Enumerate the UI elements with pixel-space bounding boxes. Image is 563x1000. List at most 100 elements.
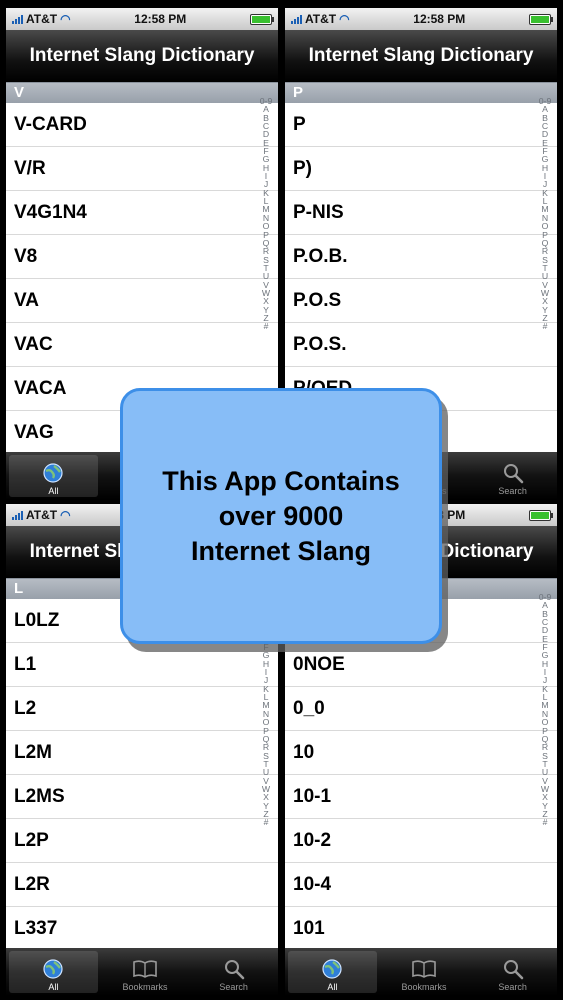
time-label: 12:58 PM xyxy=(413,12,466,26)
slang-term-row[interactable]: L2R xyxy=(6,863,278,907)
slang-term-row[interactable]: P.O.B. xyxy=(285,235,557,279)
section-header: V xyxy=(6,82,278,103)
tab-search[interactable]: Search xyxy=(468,452,557,500)
slang-term-label: 10 xyxy=(293,741,315,763)
globe-icon xyxy=(42,460,64,486)
slang-term-label: VAG xyxy=(14,421,54,443)
tab-label: Search xyxy=(498,982,527,992)
slang-term-row[interactable]: VA xyxy=(6,279,278,323)
slang-term-row[interactable]: L2P xyxy=(6,819,278,863)
slang-term-label: VA xyxy=(14,289,39,311)
slang-term-row[interactable]: 10-2 xyxy=(285,819,557,863)
search-icon xyxy=(502,956,524,982)
slang-term-row[interactable]: 10-1 xyxy=(285,775,557,819)
slang-term-label: 10-1 xyxy=(293,785,332,807)
tab-label: All xyxy=(327,982,338,992)
tab-bookmarks[interactable]: Bookmarks xyxy=(101,948,190,996)
alphabet-index[interactable]: 0-9ABCDEFGHIJKLMNOPQRSTUVWXYZ# xyxy=(535,96,555,331)
battery-icon xyxy=(529,13,553,25)
slang-term-label: L2P xyxy=(14,829,49,851)
status-bar: AT&T ◠ 12:58 PM xyxy=(6,8,278,30)
tab-label: Search xyxy=(219,982,248,992)
slang-list[interactable]: L0LZL1L2L2ML2MSL2PL2RL337 0-9ABCDEFGHIJK… xyxy=(6,592,278,951)
status-bar: AT&T ◠ 12:58 PM xyxy=(285,8,557,30)
slang-term-label: V/R xyxy=(14,157,46,179)
wifi-icon: ◠ xyxy=(60,508,71,522)
signal-icon xyxy=(291,14,302,24)
slang-term-row[interactable]: V4G1N4 xyxy=(6,191,278,235)
index-letter[interactable]: # xyxy=(535,322,555,331)
slang-term-row[interactable]: 101 xyxy=(285,907,557,951)
slang-term-label: V8 xyxy=(14,245,38,267)
slang-term-label: L1 xyxy=(14,653,37,675)
section-letter: P xyxy=(293,84,304,101)
index-letter[interactable]: # xyxy=(535,818,555,827)
globe-icon xyxy=(42,956,64,982)
index-letter[interactable]: # xyxy=(256,322,276,331)
signal-icon xyxy=(12,510,23,520)
tab-search[interactable]: Search xyxy=(189,948,278,996)
slang-term-label: P.O.S xyxy=(293,289,342,311)
alphabet-index[interactable]: 0-9ABCDEFGHIJKLMNOPQRSTUVWXYZ# xyxy=(256,96,276,331)
slang-term-row[interactable]: L2MS xyxy=(6,775,278,819)
slang-term-label: V-CARD xyxy=(14,113,87,135)
tab-all[interactable]: All xyxy=(9,951,98,993)
section-letter: V xyxy=(14,84,25,101)
slang-term-label: VAC xyxy=(14,333,53,355)
page-title: Internet Slang Dictionary xyxy=(308,45,534,66)
slang-term-label: P-NIS xyxy=(293,201,344,223)
alphabet-index[interactable]: 0-9ABCDEFGHIJKLMNOPQRSTUVWXYZ# xyxy=(535,592,555,827)
carrier-label: AT&T xyxy=(26,12,58,26)
wifi-icon: ◠ xyxy=(60,12,71,26)
tab-label: All xyxy=(48,982,59,992)
slang-term-row[interactable]: L2 xyxy=(6,687,278,731)
tab-bar: All Bookmarks Search xyxy=(285,948,557,996)
slang-term-label: L0LZ xyxy=(14,609,60,631)
tab-all[interactable]: All xyxy=(9,455,98,497)
promo-overlay-card: This App Contains over 9000 Internet Sla… xyxy=(120,388,442,644)
globe-icon xyxy=(321,956,343,982)
slang-term-label: L2R xyxy=(14,873,50,895)
tab-all[interactable]: All xyxy=(288,951,377,993)
index-letter[interactable]: # xyxy=(256,818,276,827)
slang-term-label: 0NOE xyxy=(293,653,345,675)
slang-term-row[interactable]: L1 xyxy=(6,643,278,687)
slang-term-label: P.O.S. xyxy=(293,333,347,355)
carrier-label: AT&T xyxy=(26,508,58,522)
tab-label: Bookmarks xyxy=(122,982,168,992)
slang-list[interactable]: 00NOE0_01010-110-210-4101 0-9ABCDEFGHIJK… xyxy=(285,592,557,951)
slang-term-label: P) xyxy=(293,157,312,179)
slang-term-row[interactable]: P.O.S. xyxy=(285,323,557,367)
slang-term-row[interactable]: V/R xyxy=(6,147,278,191)
slang-term-row[interactable]: P.O.S xyxy=(285,279,557,323)
tab-label: Search xyxy=(498,486,527,496)
tab-bookmarks[interactable]: Bookmarks xyxy=(380,948,469,996)
section-header: P xyxy=(285,82,557,103)
battery-icon xyxy=(529,509,553,521)
slang-term-label: 10-4 xyxy=(293,873,332,895)
slang-term-label: 10-2 xyxy=(293,829,332,851)
signal-icon xyxy=(12,14,23,24)
slang-term-row[interactable]: P xyxy=(285,103,557,147)
slang-term-row[interactable]: 0NOE xyxy=(285,643,557,687)
slang-term-row[interactable]: L2M xyxy=(6,731,278,775)
slang-term-row[interactable]: P) xyxy=(285,147,557,191)
slang-term-label: L2M xyxy=(14,741,52,763)
slang-term-label: VACA xyxy=(14,377,67,399)
slang-term-label: 0_0 xyxy=(293,697,325,719)
slang-term-label: L2 xyxy=(14,697,37,719)
slang-term-row[interactable]: V8 xyxy=(6,235,278,279)
slang-term-label: P.O.B. xyxy=(293,245,348,267)
slang-term-row[interactable]: 10 xyxy=(285,731,557,775)
slang-term-row[interactable]: 0_0 xyxy=(285,687,557,731)
battery-icon xyxy=(250,13,274,25)
slang-term-row[interactable]: L337 xyxy=(6,907,278,951)
carrier-label: AT&T xyxy=(305,12,337,26)
slang-term-row[interactable]: P-NIS xyxy=(285,191,557,235)
slang-term-row[interactable]: V-CARD xyxy=(6,103,278,147)
page-title: Internet Slang Dictionary xyxy=(29,45,255,66)
slang-term-row[interactable]: VAC xyxy=(6,323,278,367)
tab-search[interactable]: Search xyxy=(468,948,557,996)
slang-term-row[interactable]: 10-4 xyxy=(285,863,557,907)
slang-term-label: P xyxy=(293,113,306,135)
